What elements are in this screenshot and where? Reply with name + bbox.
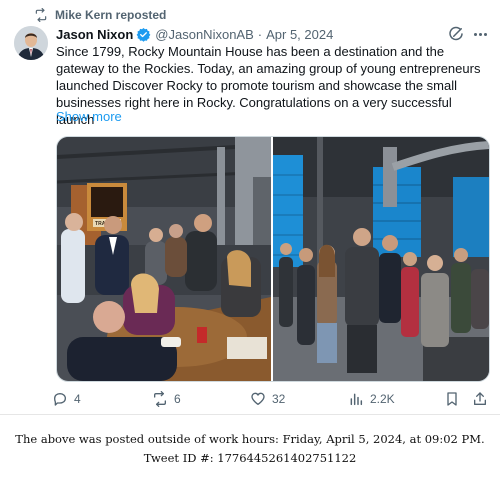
more-options-icon[interactable]	[470, 25, 490, 43]
grok-icon[interactable]	[447, 25, 465, 43]
reply-count: 4	[74, 392, 81, 406]
divider	[0, 414, 500, 415]
avatar[interactable]	[14, 26, 48, 60]
like-button[interactable]: 32	[250, 389, 285, 409]
share-icon	[474, 392, 486, 405]
header-separator: ·	[257, 26, 263, 42]
tweet-date[interactable]: Apr 5, 2024	[266, 27, 333, 42]
tweet-header: Jason Nixon @JasonNixonAB · Apr 5, 2024	[56, 25, 333, 43]
photo-event-interior-left[interactable]: TRAPPER	[57, 137, 271, 381]
caption-posted-time: The above was posted outside of work hou…	[15, 432, 485, 446]
reply-button[interactable]: 4	[52, 389, 81, 409]
bookmark-button[interactable]	[444, 389, 466, 409]
repost-button[interactable]: 6	[152, 389, 181, 409]
show-more-link[interactable]: Show more	[56, 109, 122, 124]
media-grid: TRAPPER	[56, 136, 490, 382]
tweet-card[interactable]: Mike Kern reposted Jason Nixon @JasonNix…	[0, 0, 500, 414]
views-button[interactable]: 2.2K	[348, 389, 395, 409]
repost-icon	[35, 8, 47, 22]
verified-badge-icon	[136, 27, 151, 42]
author-handle[interactable]: @JasonNixonAB	[155, 27, 253, 42]
bookmark-icon	[447, 392, 457, 406]
views-chart-icon	[350, 393, 363, 406]
author-name[interactable]: Jason Nixon	[56, 27, 133, 42]
like-count: 32	[272, 392, 286, 406]
archive-caption: The above was posted outside of work hou…	[0, 430, 500, 468]
repost-label: Mike Kern reposted	[55, 8, 167, 22]
repost-action-icon	[154, 391, 166, 407]
tweet-actions: 4 6 32 2.2K	[52, 389, 492, 409]
repost-count: 6	[174, 392, 181, 406]
photo-event-interior-right[interactable]	[273, 137, 489, 381]
reply-icon	[54, 393, 66, 406]
repost-indicator[interactable]: Mike Kern reposted	[34, 7, 166, 23]
heart-icon	[251, 392, 265, 405]
share-button[interactable]	[472, 389, 494, 409]
views-count: 2.2K	[370, 392, 395, 406]
caption-tweet-id: Tweet ID #: 1776445261402751122	[143, 451, 357, 465]
